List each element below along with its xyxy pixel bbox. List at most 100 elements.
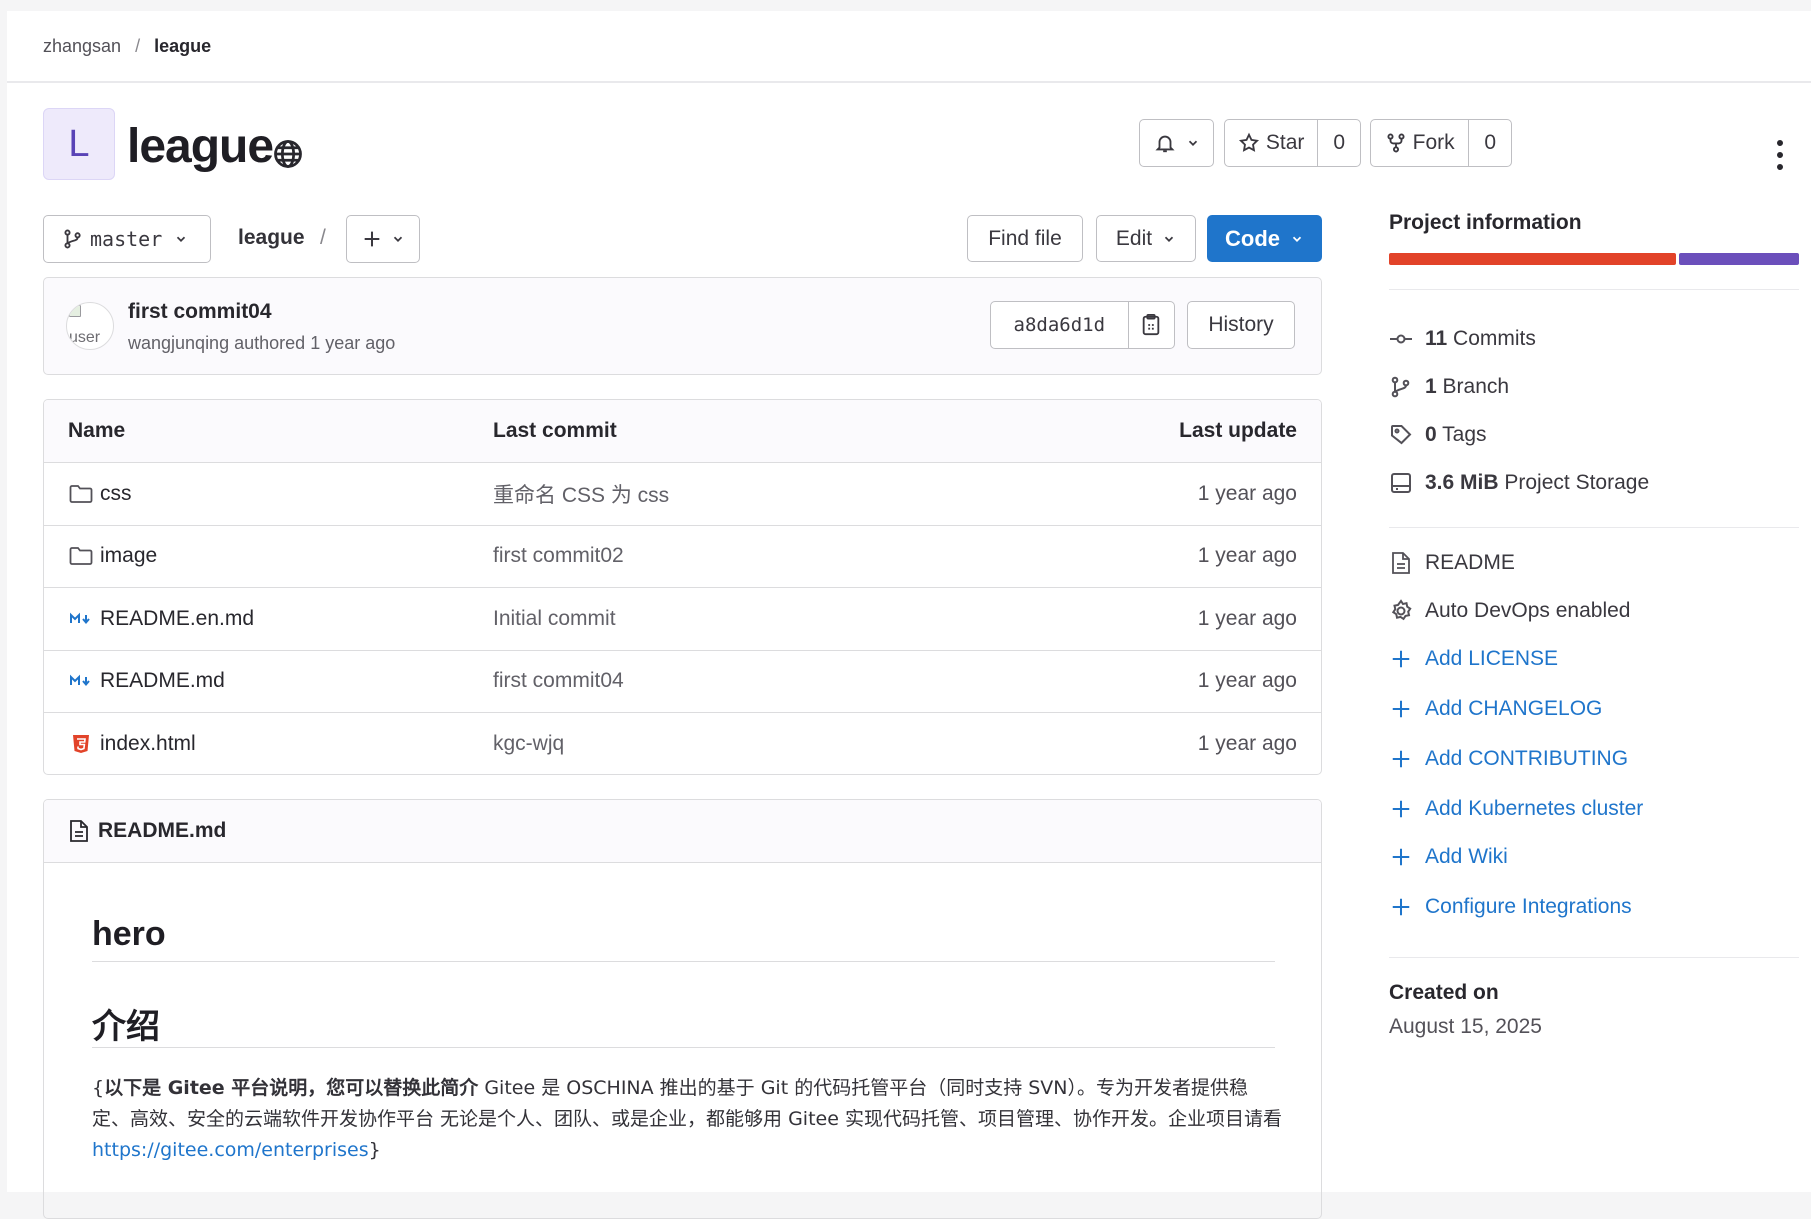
divider bbox=[1389, 957, 1799, 958]
edit-dropdown-button[interactable]: Edit bbox=[1096, 215, 1196, 262]
tag-icon bbox=[1389, 423, 1413, 447]
tags-stat: 0 Tags bbox=[1425, 423, 1487, 447]
author-avatar-alt: user bbox=[69, 329, 101, 346]
breadcrumb: zhangsan / league bbox=[7, 11, 1811, 83]
folder-icon bbox=[68, 483, 94, 505]
sidebar-item-storage[interactable]: 3.6 MiB Project Storage bbox=[1389, 471, 1649, 495]
divider bbox=[1389, 527, 1799, 528]
copy-sha-button[interactable] bbox=[1129, 302, 1175, 348]
tags-count: 0 bbox=[1425, 423, 1437, 446]
file-name: README.md bbox=[100, 669, 225, 693]
commit-author-link[interactable]: wangjunqing bbox=[128, 333, 229, 353]
file-name-cell[interactable]: image bbox=[68, 544, 157, 568]
star-icon bbox=[1238, 132, 1259, 152]
file-name-cell[interactable]: README.en.md bbox=[68, 607, 254, 631]
table-row[interactable]: README.md first commit04 1 year ago bbox=[44, 651, 1321, 713]
fork-count[interactable]: 0 bbox=[1469, 120, 1511, 166]
fork-label: Fork bbox=[1412, 131, 1455, 154]
file-last-commit-link[interactable]: kgc-wjq bbox=[493, 732, 564, 756]
branch-label: Branch bbox=[1442, 375, 1510, 398]
commit-sha[interactable]: a8da6d1d bbox=[991, 302, 1128, 348]
language-segment[interactable] bbox=[1678, 253, 1799, 265]
more-actions-icon[interactable] bbox=[1775, 139, 1785, 171]
file-last-commit-link[interactable]: 重命名 CSS 为 css bbox=[493, 479, 669, 509]
file-name-cell[interactable]: index.html bbox=[68, 732, 196, 756]
file-name-cell[interactable]: css bbox=[68, 482, 132, 506]
code-dropdown-button[interactable]: Code bbox=[1207, 215, 1322, 262]
edit-label: Edit bbox=[1115, 226, 1153, 250]
clipboard-icon bbox=[1143, 314, 1160, 336]
chevron-down-icon bbox=[177, 236, 186, 242]
created-on-label: Created on bbox=[1389, 981, 1499, 1004]
sidebar-item-tags[interactable]: 0 Tags bbox=[1389, 423, 1487, 447]
project-page: zhangsan / league L league Star 0 Fork 0… bbox=[7, 11, 1811, 1219]
language-segment[interactable] bbox=[1389, 253, 1676, 265]
add-wiki-label: Add Wiki bbox=[1425, 845, 1508, 868]
add-changelog-link[interactable]: Add CHANGELOG bbox=[1389, 697, 1602, 721]
table-row[interactable]: index.html kgc-wjq 1 year ago bbox=[44, 713, 1321, 774]
add-wiki-link[interactable]: Add Wiki bbox=[1389, 845, 1508, 869]
author-avatar[interactable]: user bbox=[66, 302, 114, 350]
sidebar-item-readme[interactable]: README bbox=[1389, 551, 1515, 575]
find-file-button[interactable]: Find file bbox=[967, 215, 1083, 262]
file-last-update: 1 year ago bbox=[1197, 544, 1297, 568]
star-count[interactable]: 0 bbox=[1318, 120, 1360, 166]
commits-stat: 11 Commits bbox=[1425, 327, 1536, 351]
commit-title-link[interactable]: first commit04 bbox=[128, 300, 272, 324]
add-to-tree-button[interactable] bbox=[346, 215, 420, 263]
add-contributing-link[interactable]: Add CONTRIBUTING bbox=[1389, 747, 1628, 771]
add-license-link[interactable]: Add LICENSE bbox=[1389, 647, 1558, 671]
fork-icon bbox=[1387, 133, 1405, 153]
file-last-update: 1 year ago bbox=[1197, 732, 1297, 756]
divider bbox=[92, 961, 1275, 962]
globe-icon bbox=[274, 140, 302, 168]
commit-sha-group: a8da6d1d bbox=[990, 301, 1175, 349]
readme-header: README.md bbox=[44, 800, 1321, 863]
chevron-down-icon bbox=[393, 236, 403, 242]
file-last-commit-link[interactable]: first commit04 bbox=[493, 669, 624, 693]
breadcrumb-owner-link[interactable]: zhangsan bbox=[43, 36, 121, 57]
html5-icon bbox=[68, 733, 94, 755]
fork-button-group: Fork 0 bbox=[1370, 119, 1512, 167]
add-kubernetes-link[interactable]: Add Kubernetes cluster bbox=[1389, 797, 1643, 821]
branch-icon bbox=[1389, 375, 1413, 399]
add-changelog-label: Add CHANGELOG bbox=[1425, 697, 1603, 720]
configure-integrations-link[interactable]: Configure Integrations bbox=[1389, 895, 1632, 919]
fork-button[interactable]: Fork bbox=[1371, 120, 1468, 166]
page-title: league bbox=[127, 120, 274, 173]
plus-icon bbox=[1389, 697, 1413, 721]
file-tree-table: Name Last commit Last update css 重命名 CSS… bbox=[43, 399, 1322, 775]
plus-icon bbox=[1389, 647, 1413, 671]
readme-filename: README.md bbox=[98, 819, 227, 842]
file-last-commit-link[interactable]: first commit02 bbox=[493, 544, 624, 568]
file-name-cell[interactable]: README.md bbox=[68, 669, 225, 693]
commit-time: 1 year ago bbox=[310, 333, 396, 353]
branch-selector[interactable]: master bbox=[43, 215, 211, 263]
storage-label: Project Storage bbox=[1504, 471, 1650, 494]
path-separator: / bbox=[320, 226, 326, 249]
sidebar-item-branches[interactable]: 1 Branch bbox=[1389, 375, 1509, 399]
file-last-update: 1 year ago bbox=[1197, 481, 1297, 505]
storage-icon bbox=[1389, 471, 1413, 495]
breadcrumb-separator: / bbox=[135, 35, 141, 56]
breadcrumb-project-link[interactable]: league bbox=[154, 36, 211, 57]
configure-integrations-label: Configure Integrations bbox=[1425, 895, 1632, 918]
add-contributing-label: Add CONTRIBUTING bbox=[1425, 747, 1629, 770]
readme-enterprise-link[interactable]: https://gitee.com/enterprises bbox=[92, 1139, 369, 1161]
table-row[interactable]: image first commit02 1 year ago bbox=[44, 526, 1321, 588]
notifications-button[interactable] bbox=[1139, 119, 1214, 167]
sidebar-item-commits[interactable]: 11 Commits bbox=[1389, 327, 1536, 351]
star-button[interactable]: Star bbox=[1225, 120, 1317, 166]
path-root-link[interactable]: league bbox=[238, 226, 305, 250]
file-last-commit-link[interactable]: Initial commit bbox=[493, 607, 616, 631]
chevron-down-icon bbox=[1164, 236, 1174, 242]
commit-icon bbox=[1389, 327, 1413, 351]
readme-bold-text: 以下是 Gitee 平台说明，您可以替换此简介 bbox=[104, 1077, 479, 1099]
readme-heading-1: hero bbox=[92, 915, 166, 953]
history-button[interactable]: History bbox=[1187, 301, 1295, 349]
table-row[interactable]: css 重命名 CSS 为 css 1 year ago bbox=[44, 463, 1321, 526]
file-last-update: 1 year ago bbox=[1197, 669, 1297, 693]
table-row[interactable]: README.en.md Initial commit 1 year ago bbox=[44, 588, 1321, 651]
document-icon bbox=[1389, 551, 1413, 575]
sidebar-item-auto-devops[interactable]: Auto DevOps enabled bbox=[1389, 599, 1630, 623]
